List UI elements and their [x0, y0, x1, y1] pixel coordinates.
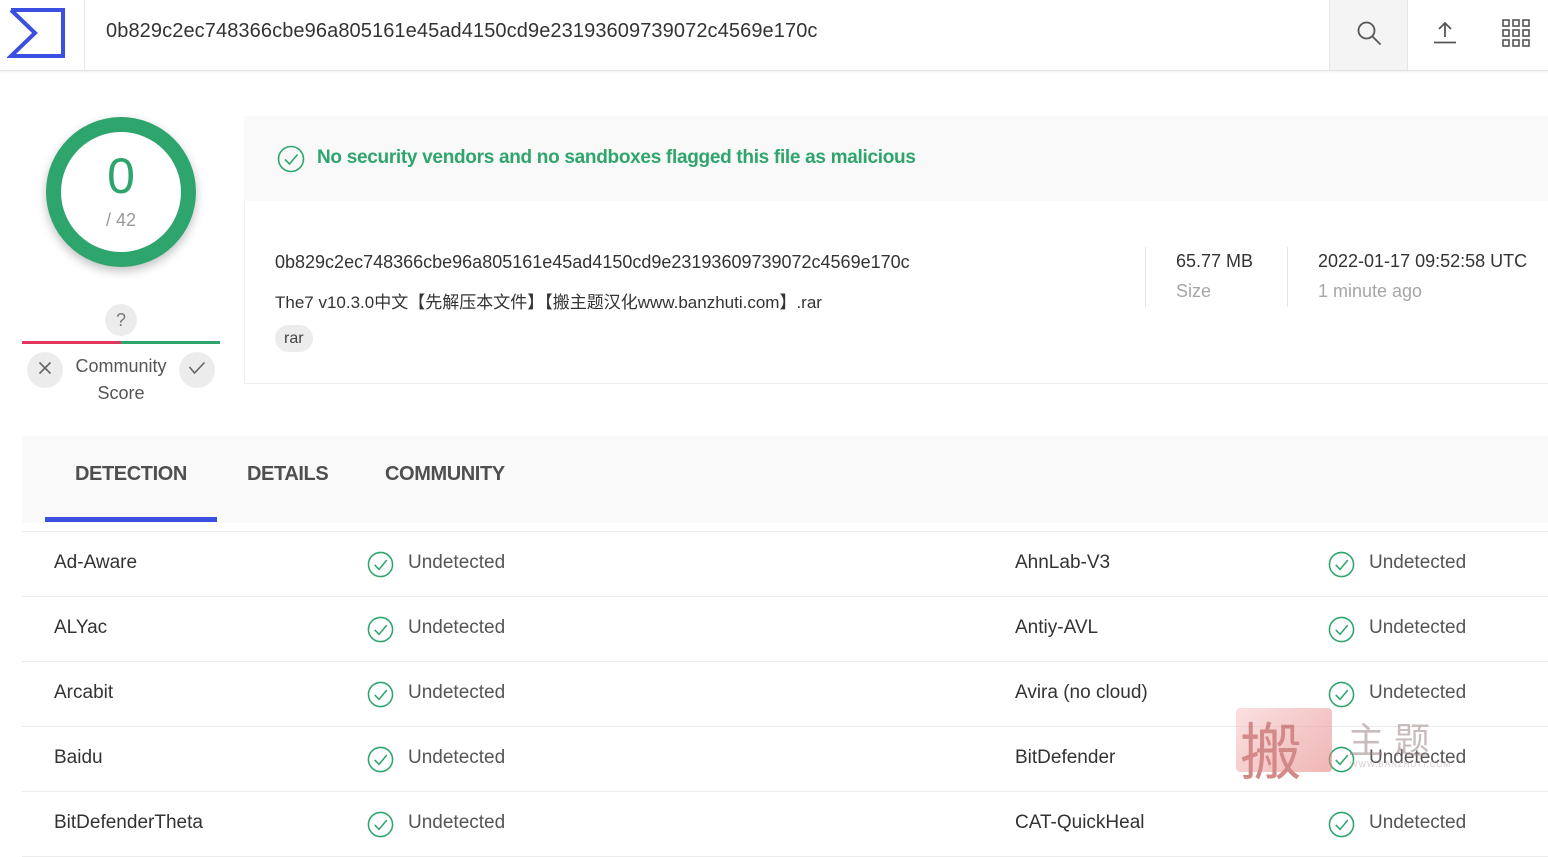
detection-status: Undetected: [1369, 552, 1467, 573]
apps-grid-button[interactable]: [1483, 0, 1548, 70]
upload-icon: [1432, 20, 1458, 51]
detection-status: Undetected: [408, 747, 506, 768]
tab-community[interactable]: COMMUNITY: [385, 463, 505, 486]
check-circle-icon: [367, 551, 394, 578]
engine-name: BitDefender: [1015, 747, 1116, 768]
detection-status: Undetected: [1369, 682, 1467, 703]
vote-harmless-button[interactable]: [179, 352, 215, 388]
community-score-value: ?: [105, 304, 137, 336]
check-circle-icon: [367, 746, 394, 773]
search-button[interactable]: [1329, 0, 1408, 70]
verdict-banner: No security vendors and no sandboxes fla…: [244, 116, 1548, 201]
search-input[interactable]: 0b829c2ec748366cbe96a805161e45ad4150cd9e…: [106, 20, 818, 43]
file-type-tag[interactable]: rar: [275, 325, 313, 352]
file-info-card: 0b829c2ec748366cbe96a805161e45ad4150cd9e…: [244, 201, 1548, 384]
check-circle-icon: [277, 145, 305, 173]
logo-divider: [84, 0, 85, 70]
upload-button[interactable]: [1407, 0, 1483, 70]
meta-divider: [1145, 247, 1146, 307]
engine-name: AhnLab-V3: [1015, 552, 1111, 573]
engine-name: Antiy-AVL: [1015, 617, 1099, 638]
tab-detection[interactable]: DETECTION: [75, 463, 187, 486]
engine-name: CAT-QuickHeal: [1015, 812, 1145, 833]
engine-name: ALYac: [54, 617, 108, 638]
watermark-side: 主题: [1348, 721, 1441, 762]
detection-status: Undetected: [1369, 617, 1467, 638]
engine-name: BitDefenderTheta: [54, 812, 203, 833]
engine-name: Arcabit: [54, 682, 114, 703]
check-circle-icon: [367, 616, 394, 643]
detection-score-ring: 0 / 42: [46, 117, 196, 267]
file-hash[interactable]: 0b829c2ec748366cbe96a805161e45ad4150cd9e…: [275, 252, 910, 273]
detection-status: Undetected: [1369, 812, 1467, 833]
file-name: The7 v10.3.0中文【先解压本文件】【搬主题汉化www.banzhuti…: [275, 293, 822, 312]
watermark-logo: 搬 主题 WWW.BANZHUTI.COM: [1234, 706, 1464, 789]
check-icon: [188, 361, 206, 380]
detections-table: Ad-Aware Undetected AhnLab-V3 Undetected ALY…: [22, 531, 1548, 857]
detection-status: Undetected: [408, 812, 506, 833]
check-circle-icon: [367, 811, 394, 838]
watermark-small: WWW.BANZHUTI.COM: [1350, 760, 1452, 769]
top-bar: 0b829c2ec748366cbe96a805161e45ad4150cd9e…: [0, 0, 1548, 71]
community-bar-malicious: [22, 341, 121, 344]
check-circle-icon: [1328, 681, 1355, 708]
detection-status: Undetected: [408, 682, 506, 703]
check-circle-icon: [1328, 551, 1355, 578]
check-circle-icon: [1328, 616, 1355, 643]
detection-score-inner: 0 / 42: [61, 132, 181, 252]
close-icon: [38, 361, 52, 380]
positives-count: 0: [107, 148, 135, 204]
analysis-date-relative: 1 minute ago: [1318, 281, 1423, 301]
sigma-logo-icon[interactable]: [6, 7, 67, 59]
detection-status: Undetected: [408, 617, 506, 638]
search-icon: [1356, 20, 1382, 51]
apps-grid-icon: [1501, 18, 1530, 52]
table-row: ALYac Undetected Antiy-AVL Undetected: [22, 597, 1548, 662]
vote-malicious-button[interactable]: [27, 352, 63, 388]
engine-name: Baidu: [54, 747, 103, 768]
active-tab-indicator: [45, 517, 217, 522]
check-circle-icon: [367, 681, 394, 708]
table-row: Ad-Aware Undetected AhnLab-V3 Undetected: [22, 532, 1548, 597]
community-bar-harmless: [121, 341, 220, 344]
detection-status: Undetected: [408, 552, 506, 573]
tab-bar: DETECTION DETAILS COMMUNITY: [22, 436, 1548, 523]
meta-divider: [1287, 247, 1288, 307]
check-circle-icon: [1328, 811, 1355, 838]
community-score-label: Community Score: [75, 356, 167, 403]
file-size-label: Size: [1176, 281, 1212, 301]
table-row: BitDefenderTheta Undetected CAT-QuickHeal U…: [22, 792, 1548, 857]
file-size-value: 65.77 MB: [1176, 251, 1254, 271]
engine-name: Ad-Aware: [54, 552, 138, 573]
tab-details[interactable]: DETAILS: [247, 463, 329, 486]
analysis-date-value: 2022-01-17 09:52:58 UTC: [1318, 251, 1528, 271]
verdict-text: No security vendors and no sandboxes fla…: [317, 147, 916, 168]
engine-name: Avira (no cloud): [1015, 682, 1148, 703]
watermark-main: 搬: [1240, 716, 1303, 789]
total-engines: / 42: [105, 210, 137, 230]
